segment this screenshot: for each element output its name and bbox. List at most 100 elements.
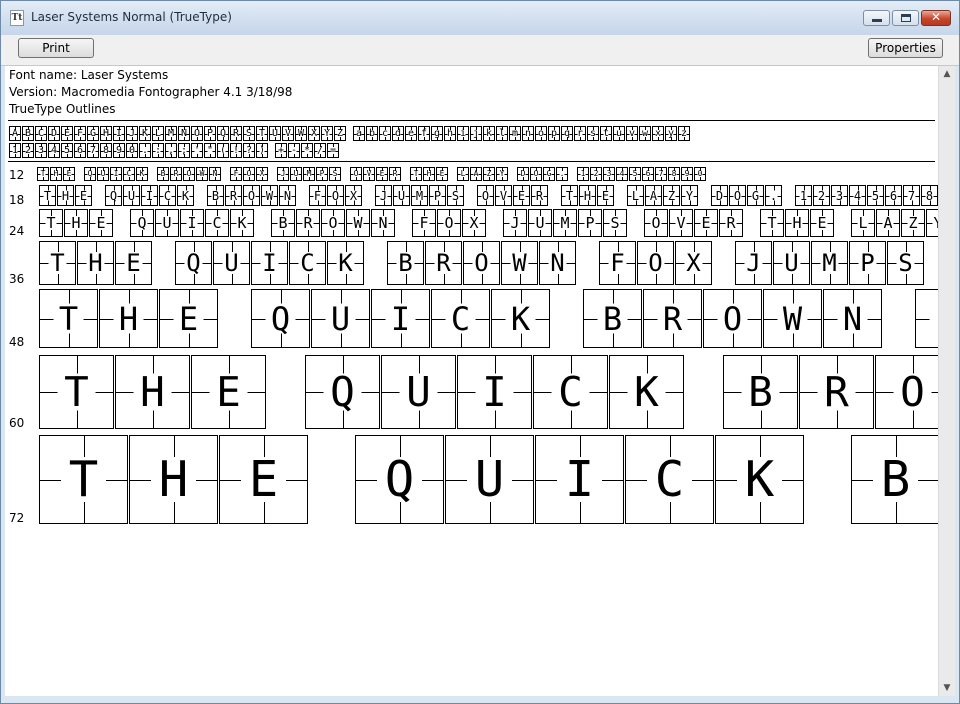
glyph-space (93, 185, 105, 206)
glyph-box: t (600, 126, 612, 141)
glyph-box: T (39, 185, 56, 206)
minimize-button[interactable] (863, 10, 890, 26)
glyph-box: z (678, 126, 690, 141)
glyph-box: O (637, 241, 674, 285)
glyph-box: T (39, 241, 76, 285)
font-viewer-window: Tt Laser Systems Normal (TrueType) ✕ Pri… (0, 0, 960, 704)
glyph-box: Q (355, 435, 444, 524)
glyph-box: s (587, 126, 599, 141)
glyph-box: V (495, 185, 512, 206)
glyph-box: H (50, 167, 62, 181)
font-version-line: Version: Macromedia Fontographer 4.1 3/1… (9, 85, 293, 99)
glyph-box: W (346, 209, 370, 237)
glyph-space (549, 185, 561, 206)
glyph-box: I (110, 167, 122, 181)
glyph-box: O (437, 209, 461, 237)
glyph-box: K (230, 209, 254, 237)
glyph-space (267, 355, 305, 429)
glyph-box: E (597, 185, 614, 206)
glyph-box: M (411, 185, 428, 206)
glyph-box: S (887, 241, 924, 285)
title-bar[interactable]: Tt Laser Systems Normal (TrueType) ✕ (1, 1, 959, 35)
close-icon: ✕ (930, 10, 942, 24)
glyph-box: y (665, 126, 677, 141)
glyph-box: Q (105, 185, 122, 206)
glyph-box: T (39, 435, 128, 524)
glyph-box: H (100, 126, 112, 141)
glyph-box: J (277, 167, 289, 181)
glyph-box: P (204, 126, 216, 141)
glyph-box: R (225, 185, 242, 206)
glyph-box: H (423, 167, 435, 181)
glyph-box: P (316, 167, 328, 181)
glyph-box: r (574, 126, 586, 141)
scroll-down-arrow-icon[interactable]: ▼ (939, 680, 955, 696)
vertical-scrollbar[interactable]: ▲ ▼ (938, 66, 955, 696)
glyph-box: A (470, 167, 482, 181)
glyph-box: K (177, 185, 194, 206)
glyph-box: B (207, 185, 224, 206)
scroll-up-arrow-icon[interactable]: ▲ (939, 66, 955, 82)
glyph-box: Z (483, 167, 495, 181)
glyph-box: E (89, 209, 113, 237)
glyph-space (76, 167, 84, 181)
glyph-box: 3 (831, 185, 848, 206)
glyph-box: O (729, 185, 746, 206)
glyph-space (713, 241, 735, 285)
sample-text: THEQUICKBROWNFOXJUMPSOVERTHELAZYDOG.1234… (39, 435, 938, 524)
glyph-box: ? (243, 143, 255, 158)
glyph-box: F (915, 289, 938, 348)
properties-button[interactable]: Properties (868, 38, 943, 58)
glyph-box: X (345, 185, 362, 206)
glyph-box: O (327, 185, 344, 206)
glyph-box: E (75, 185, 92, 206)
glyph-box: D (711, 185, 728, 206)
glyph-box: N (178, 126, 190, 141)
glyph-box: V (669, 209, 693, 237)
glyph-box: 4 (616, 167, 628, 181)
glyph-box: * (301, 143, 313, 158)
glyph-space (195, 185, 207, 206)
glyph-space (342, 167, 350, 181)
glyph-box: O (644, 209, 668, 237)
glyph-box: D (48, 126, 60, 141)
charset-line-1: ABCDEFGHIJKLMNOPQRSTUVWXYZabcdefghijklmn… (9, 126, 691, 141)
toolbar: Print Properties (1, 35, 959, 66)
glyph-box: K (491, 289, 550, 348)
glyph-space (149, 167, 157, 181)
glyph-box: N (209, 167, 221, 181)
glyph-box: V (363, 167, 375, 181)
glyph-box: N (279, 185, 296, 206)
print-button[interactable]: Print (18, 38, 94, 58)
glyph-box: = (327, 143, 339, 158)
glyph-space (449, 167, 457, 181)
glyph-box: L (457, 167, 469, 181)
glyph-box: Q (251, 289, 310, 348)
glyph-box: 0 (694, 167, 706, 181)
glyph-box: H (77, 241, 114, 285)
glyph-box: B (22, 126, 34, 141)
glyph-box: 2 (813, 185, 830, 206)
glyph-box: O (191, 126, 203, 141)
glyph-box: C (123, 167, 135, 181)
glyph-box: 0 (126, 143, 138, 158)
glyph-box: 9 (113, 143, 125, 158)
close-button[interactable]: ✕ (921, 10, 951, 26)
glyph-box: U (155, 209, 179, 237)
glyph-box: P (849, 241, 886, 285)
glyph-space (222, 167, 230, 181)
glyph-space (744, 209, 760, 237)
glyph-box: T (410, 167, 422, 181)
glyph-box: U (123, 185, 140, 206)
glyph-box: Y (681, 185, 698, 206)
glyph-box: L (851, 209, 875, 237)
maximize-button[interactable] (892, 10, 919, 26)
glyph-space (569, 167, 577, 181)
glyph-space (269, 167, 277, 181)
glyph-box: g (431, 126, 443, 141)
glyph-box: U (773, 241, 810, 285)
glyph-box: 3 (35, 143, 47, 158)
glyph-box: U (311, 289, 370, 348)
glyph-box: F (599, 241, 636, 285)
glyph-box: O (477, 185, 494, 206)
